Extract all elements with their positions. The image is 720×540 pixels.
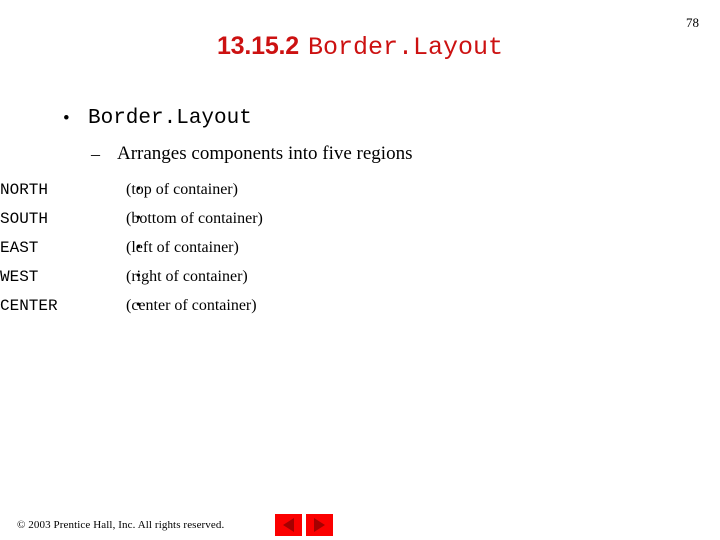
table-row: • SOUTH (bottom of container) — [0, 204, 263, 233]
region-name-label: NORTH — [0, 180, 49, 199]
bullet-marker-icon: • — [136, 239, 141, 255]
bullet-level2: – Arranges components into five regions — [0, 141, 720, 167]
table-row: • NORTH (top of container) — [0, 175, 263, 204]
bullet-level1-label: Border.Layout — [88, 107, 252, 130]
table-row: • EAST (left of container) — [0, 233, 263, 262]
title-class-name: Border.Layout — [307, 33, 504, 62]
region-description-label: (center of container) — [126, 296, 257, 314]
table-row: • WEST (right of container) — [0, 262, 263, 291]
next-slide-button[interactable] — [306, 514, 333, 536]
region-description-label: (bottom of container) — [126, 209, 263, 227]
bullet-level1: • Border.Layout — [0, 103, 720, 135]
region-name-cell: • SOUTH — [0, 204, 141, 233]
region-description-label: (top of container) — [126, 180, 238, 198]
region-name-cell: • CENTER — [0, 291, 141, 320]
bullet-level2-label: Arranges components into five regions — [117, 143, 413, 164]
region-name-cell: • NORTH — [0, 175, 141, 204]
slide: 78 13.15.2 Border.Layout • Border.Layout … — [0, 0, 720, 540]
region-name-label: SOUTH — [0, 209, 49, 228]
region-name-label: CENTER — [0, 296, 58, 315]
copyright-notice: © 2003 Prentice Hall, Inc. All rights re… — [17, 519, 225, 531]
bullet-marker-icon: • — [136, 268, 141, 284]
slide-title: 13.15.2 Border.Layout — [0, 32, 720, 62]
previous-slide-button[interactable] — [275, 514, 302, 536]
dash-marker-icon: – — [91, 144, 100, 164]
bullet-marker-icon: • — [63, 108, 70, 129]
region-name-cell: • EAST — [0, 233, 141, 262]
regions-table: • NORTH (top of container) • SOUTH (bott… — [0, 175, 263, 320]
slide-navigation — [275, 514, 333, 536]
page-number: 78 — [686, 15, 699, 30]
region-description-label: (left of container) — [126, 238, 239, 256]
table-row: • CENTER (center of container) — [0, 291, 263, 320]
region-description-label: (right of container) — [126, 267, 248, 285]
region-name-label: EAST — [0, 238, 39, 257]
bullet-marker-icon: • — [136, 297, 141, 313]
region-name-cell: • WEST — [0, 262, 141, 291]
region-name-label: WEST — [0, 267, 39, 286]
bullet-marker-icon: • — [136, 210, 141, 226]
triangle-right-icon — [314, 518, 325, 532]
bullet-marker-icon: • — [136, 181, 141, 197]
triangle-left-icon — [283, 518, 294, 532]
slide-content: • Border.Layout – Arranges components in… — [0, 103, 720, 320]
title-section-number: 13.15.2 — [216, 32, 299, 60]
